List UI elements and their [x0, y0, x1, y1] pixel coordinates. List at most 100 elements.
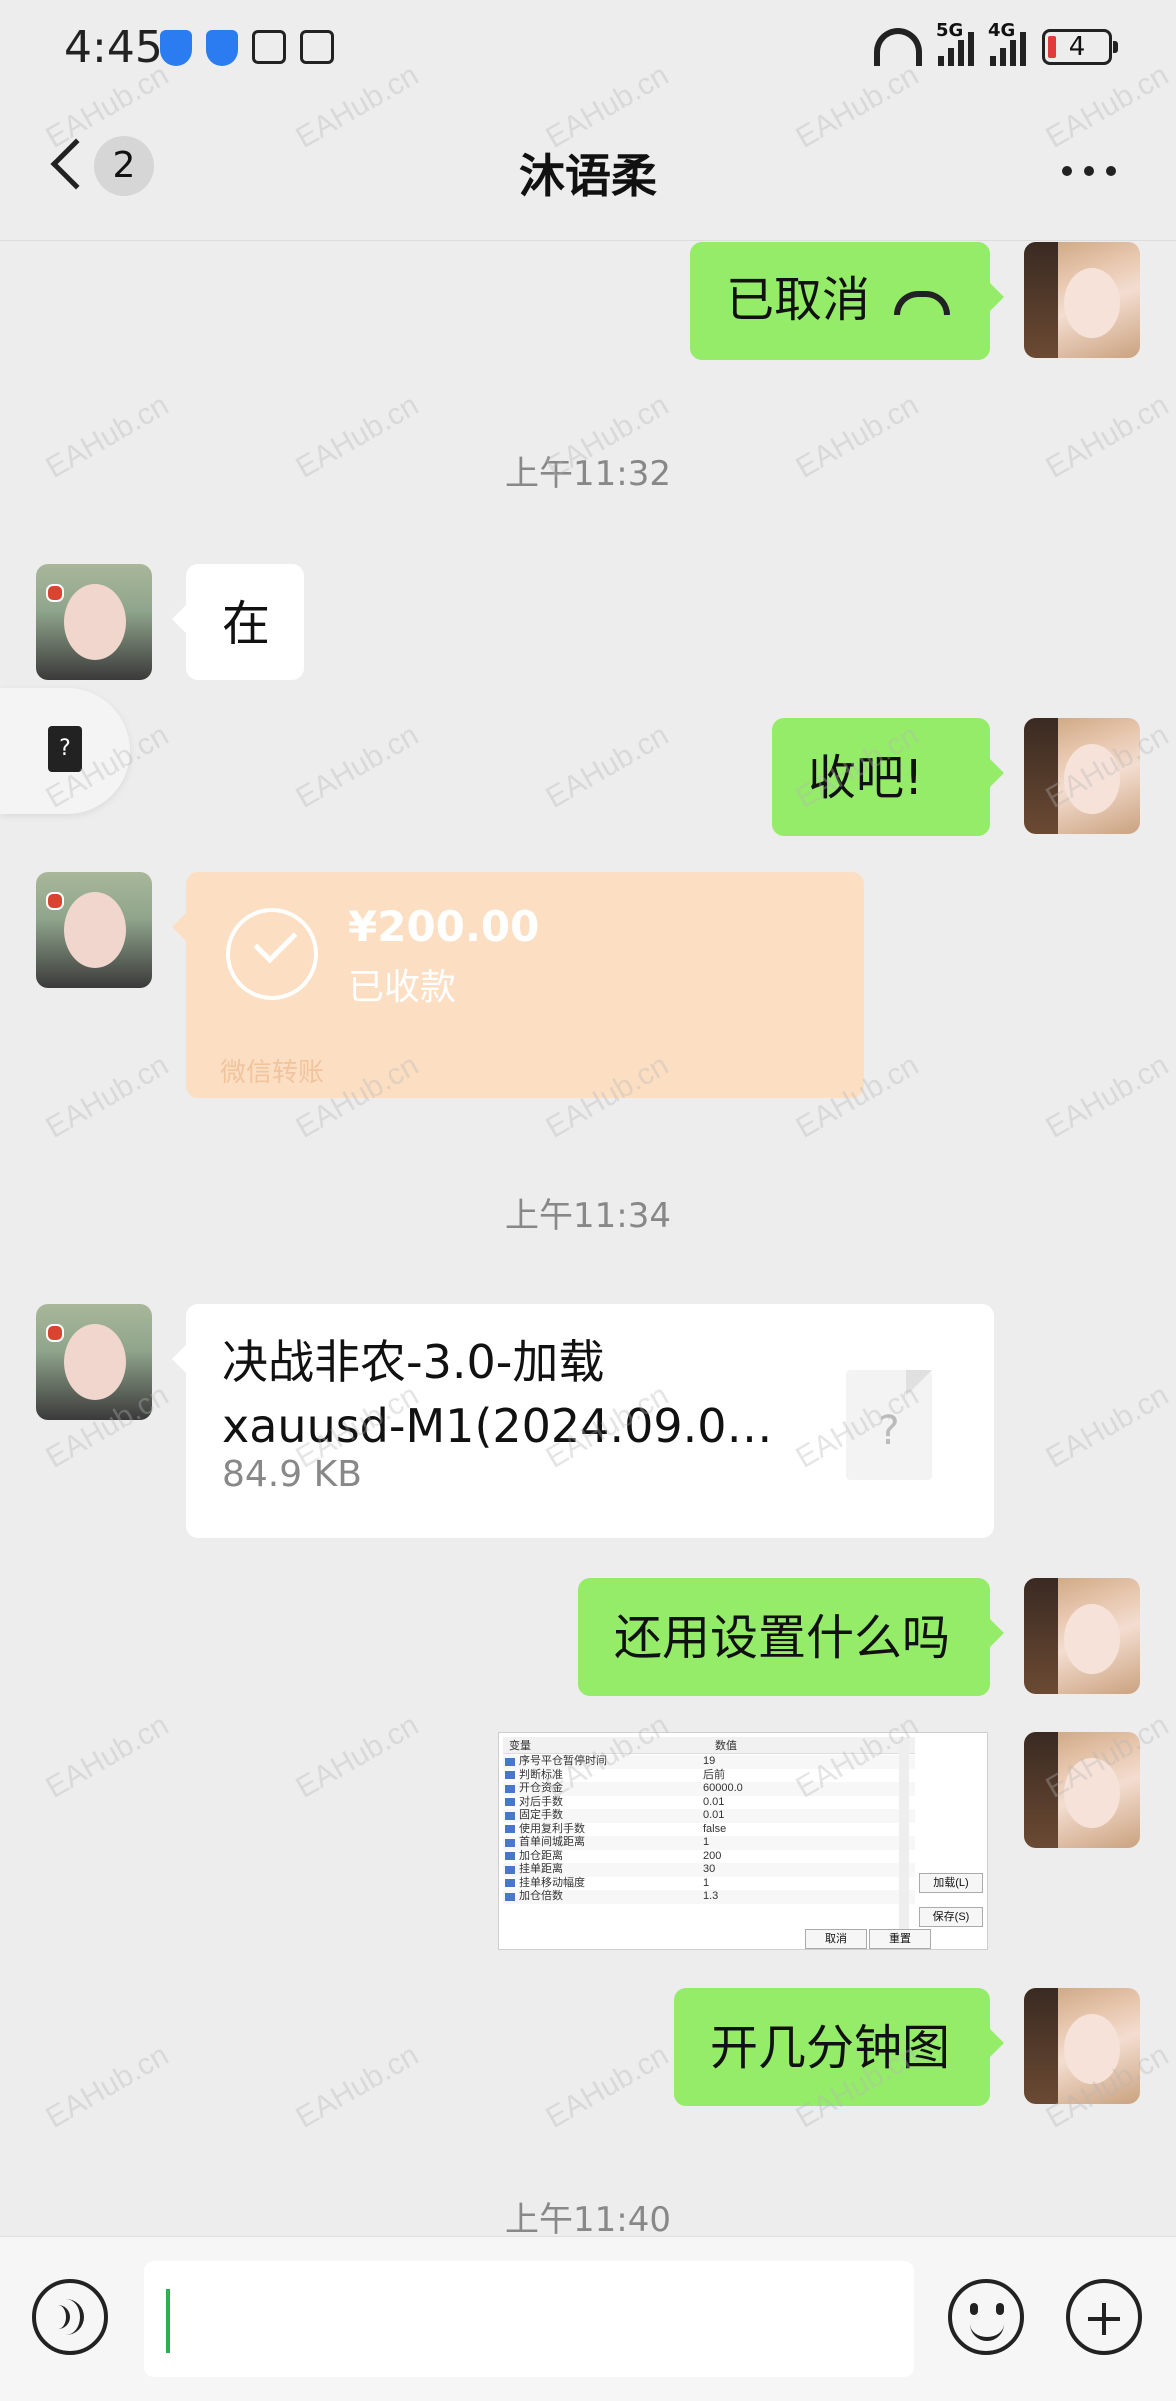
reset-button: 重置 — [869, 1929, 931, 1949]
transfer-source: 微信转账 — [220, 1058, 325, 1088]
param-name: 加仓距离 — [503, 1850, 703, 1864]
param-row: 对后手数 0.01 — [503, 1796, 915, 1810]
params-table: 序号平仓暂停时间 19 判断标准 后前 开仓资金 60000.0 对后手数 0.01 固定手数 0… — [503, 1755, 915, 1904]
contact-avatar[interactable] — [36, 564, 152, 680]
param-value: 19 — [703, 1755, 716, 1767]
my-avatar[interactable] — [1024, 1988, 1140, 2104]
my-avatar[interactable] — [1024, 242, 1140, 358]
watermark-text: EAHub.cn — [40, 2038, 175, 2135]
message-bubble-me[interactable]: 还用设置什么吗 — [578, 1578, 1004, 1696]
param-value: 200 — [703, 1849, 722, 1862]
watermark-text: EAHub.cn — [540, 718, 675, 815]
contact-avatar[interactable] — [36, 872, 152, 988]
params-table-header: 变量 数值 — [503, 1737, 915, 1754]
param-name: 挂单移动幅度 — [503, 1877, 703, 1891]
message-text: 在 — [222, 596, 271, 652]
watermark-text: EAHub.cn — [40, 1048, 175, 1145]
status-bar: 4:45 5G 4G 4 — [0, 0, 1176, 100]
col-value: 数值 — [715, 1740, 737, 1752]
param-name: 加仓倍数 — [503, 1890, 703, 1904]
timestamp: 上午11:40 — [505, 2200, 671, 2240]
plus-icon[interactable] — [1066, 2279, 1142, 2355]
param-row: 序号平仓暂停时间 19 — [503, 1755, 915, 1769]
wifi-icon — [874, 28, 922, 66]
shield-icon — [160, 30, 192, 66]
my-avatar[interactable] — [1024, 1578, 1140, 1694]
param-row: 加仓倍数 1.3 — [503, 1890, 915, 1904]
param-row: 使用复利手数 false — [503, 1823, 915, 1837]
message-bubble-me[interactable]: 开几分钟图 — [674, 1988, 1004, 2106]
battery-icon: 4 — [1042, 29, 1118, 65]
watermark-text: EAHub.cn — [290, 1708, 425, 1805]
cancel-button: 取消 — [805, 1929, 867, 1949]
param-row: 加仓距离 200 — [503, 1850, 915, 1864]
signal-5g-icon: 5G — [936, 20, 974, 66]
param-name: 对后手数 — [503, 1796, 703, 1810]
param-name: 挂单距离 — [503, 1863, 703, 1877]
message-input[interactable] — [144, 2261, 914, 2377]
bell-mute-icon — [300, 30, 334, 64]
param-name: 开仓资金 — [503, 1782, 703, 1796]
unknown-file-icon: ? — [48, 726, 82, 772]
timestamp: 上午11:34 — [505, 1196, 671, 1236]
param-name: 使用复利手数 — [503, 1823, 703, 1837]
more-dots-icon[interactable] — [1062, 166, 1116, 176]
message-bubble-me[interactable]: 收吧! — [772, 718, 1004, 836]
phone-hangup-icon — [894, 291, 951, 315]
param-value: 0.01 — [703, 1795, 725, 1808]
param-value: 1 — [703, 1876, 710, 1889]
signal-4g-icon: 4G — [988, 20, 1026, 66]
param-row: 挂单距离 30 — [503, 1863, 915, 1877]
param-row: 开仓资金 60000.0 — [503, 1782, 915, 1796]
nfc-icon — [252, 30, 286, 64]
param-row: 固定手数 0.01 — [503, 1809, 915, 1823]
message-text: 开几分钟图 — [710, 2020, 951, 2076]
watermark-text: EAHub.cn — [40, 1708, 175, 1805]
watermark-text: EAHub.cn — [1040, 1378, 1175, 1475]
file-name: 决战非农-3.0-加载xauusd-M1(2024.09.0… — [222, 1335, 773, 1453]
timestamp: 上午11:32 — [505, 454, 671, 494]
status-time: 4:45 — [64, 22, 163, 73]
message-text: 收吧! — [808, 750, 924, 806]
unknown-file-icon: ? — [846, 1370, 932, 1480]
contact-avatar[interactable] — [36, 1304, 152, 1420]
check-circle-icon — [226, 908, 318, 1000]
message-text: 还用设置什么吗 — [614, 1610, 951, 1666]
call-cancelled-bubble[interactable]: 已取消 — [690, 242, 1004, 360]
message-bubble-her[interactable]: 在 — [172, 564, 304, 680]
text-cursor — [166, 2289, 170, 2353]
status-left-icons — [160, 30, 334, 66]
param-value: 1.3 — [703, 1890, 719, 1902]
shield-icon-2 — [206, 30, 238, 66]
net-label-4g: 4G — [988, 20, 1016, 41]
floating-file-button[interactable]: ? — [0, 688, 130, 814]
watermark-text: EAHub.cn — [540, 2038, 675, 2135]
voice-icon[interactable] — [32, 2279, 108, 2355]
scrollbar — [899, 1737, 909, 1933]
param-row: 首单间城距离 1 — [503, 1836, 915, 1850]
emoji-icon[interactable] — [948, 2279, 1024, 2355]
transfer-card[interactable]: ¥200.00 已收款 微信转账 — [172, 872, 864, 1098]
my-avatar[interactable] — [1024, 1732, 1140, 1848]
chat-header: 2 沐语柔 — [0, 100, 1176, 241]
file-message-card[interactable]: 决战非农-3.0-加载xauusd-M1(2024.09.0… 84.9 KB … — [172, 1304, 994, 1538]
net-label-5g: 5G — [936, 20, 964, 41]
watermark-text: EAHub.cn — [290, 2038, 425, 2135]
input-bar — [0, 2236, 1176, 2401]
my-avatar[interactable] — [1024, 718, 1140, 834]
param-value: 0.01 — [703, 1809, 725, 1821]
param-value: 30 — [703, 1863, 716, 1875]
watermark-text: EAHub.cn — [1040, 1048, 1175, 1145]
status-right-icons: 5G 4G 4 — [874, 20, 1118, 66]
param-value: false — [703, 1822, 727, 1835]
param-name: 序号平仓暂停时间 — [503, 1755, 703, 1769]
load-button: 加载(L) — [919, 1873, 983, 1893]
watermark-text: EAHub.cn — [290, 718, 425, 815]
image-message-screenshot[interactable]: 变量 数值 序号平仓暂停时间 19 判断标准 后前 开仓资金 60000.0 对后手数 0.0… — [498, 1732, 988, 1950]
transfer-amount: ¥200.00 — [348, 902, 540, 951]
transfer-status: 已收款 — [348, 967, 457, 1008]
param-value: 1 — [703, 1836, 710, 1848]
param-value: 后前 — [703, 1768, 725, 1781]
param-name: 固定手数 — [503, 1809, 703, 1823]
param-row: 挂单移动幅度 1 — [503, 1877, 915, 1891]
